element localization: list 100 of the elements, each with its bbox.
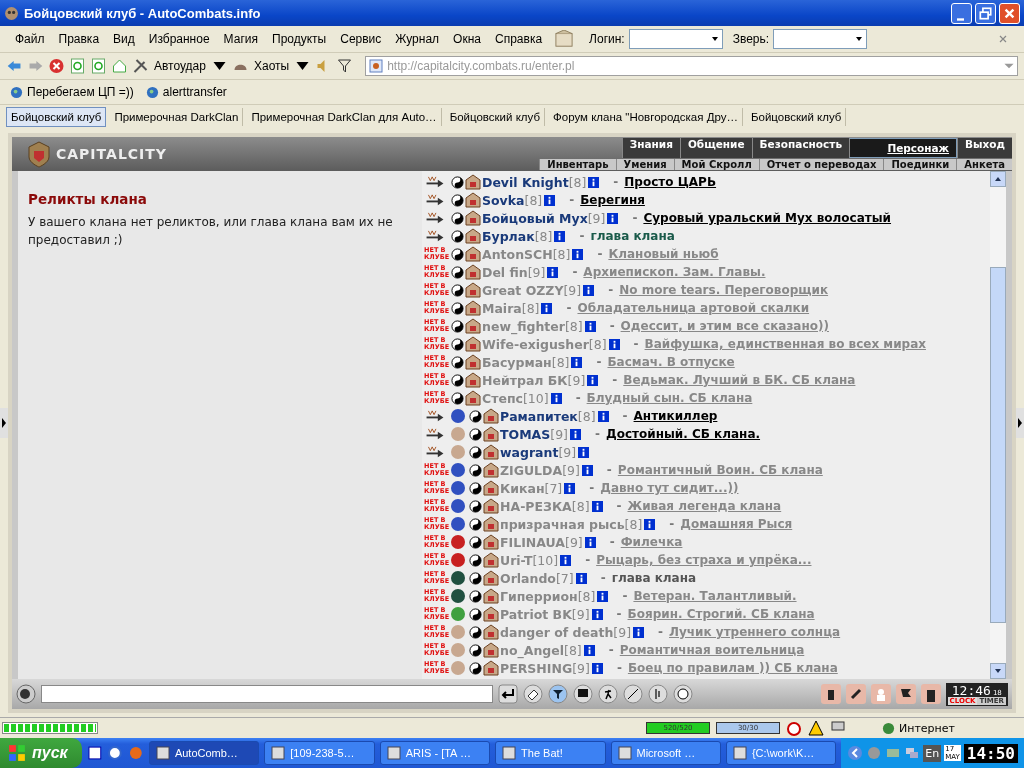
info-icon[interactable]	[597, 590, 609, 602]
member-name[interactable]: Рамапитек	[500, 408, 578, 424]
info-icon[interactable]	[570, 428, 581, 440]
browser-tab[interactable]: Примерочная DarkClan для Auto…	[247, 108, 442, 126]
info-icon[interactable]	[544, 194, 556, 206]
nav-link[interactable]: Персонаж	[849, 138, 958, 158]
nav-link[interactable]: Общение	[679, 138, 752, 158]
member-title-link[interactable]: Домашняя Рыся	[680, 517, 793, 531]
member-name[interactable]: TOMAS	[500, 426, 551, 442]
member-title-link[interactable]: Боец по правилам )) СБ клана	[627, 661, 838, 675]
info-icon[interactable]	[583, 644, 595, 656]
menu-item[interactable]: Файл	[8, 32, 52, 46]
member-name[interactable]: Orlando	[500, 570, 556, 586]
member-name[interactable]: danger of death	[500, 624, 614, 640]
menu-item[interactable]: Журнал	[388, 32, 447, 46]
nav-link[interactable]: Умения	[615, 159, 674, 170]
info-icon[interactable]	[581, 464, 593, 476]
enter-icon[interactable]	[498, 684, 518, 704]
language-indicator[interactable]: En	[923, 744, 942, 762]
member-title-link[interactable]: Басмач. В отпуске	[607, 355, 735, 369]
speaking-head-icon[interactable]	[16, 684, 36, 704]
filter-icon[interactable]	[548, 684, 568, 704]
info-icon[interactable]	[578, 446, 590, 458]
info-icon[interactable]	[587, 374, 599, 386]
browser-tab[interactable]: Бойцовский клуб	[445, 108, 545, 126]
info-icon[interactable]	[571, 356, 583, 368]
member-title-link[interactable]: Клановый ньюб	[608, 247, 719, 261]
taskbar-button[interactable]: ARIS - [TA …	[379, 741, 491, 765]
member-name[interactable]: Гиперрион	[500, 588, 578, 604]
nav-link[interactable]: Безопасность	[751, 138, 850, 158]
member-name[interactable]: Бурлак	[482, 228, 535, 244]
bookmark-link[interactable]: Перебегаем ЦП =))	[10, 85, 134, 99]
info-icon[interactable]	[550, 392, 562, 404]
member-title-link[interactable]: Романтичный Воин. СБ клана	[617, 463, 823, 477]
member-name[interactable]: Кикан	[500, 480, 545, 496]
member-name[interactable]: Wife-exigusher	[482, 336, 589, 352]
member-name[interactable]: new_fighter	[482, 318, 565, 334]
browser-icon[interactable]	[107, 745, 124, 761]
menu-item[interactable]: Справка	[488, 32, 550, 46]
eraser-icon[interactable]	[523, 684, 543, 704]
browser-tab[interactable]: Форум клана "Новгородская Дру…	[549, 108, 743, 126]
nav-link[interactable]: Выход	[957, 138, 1012, 158]
member-name[interactable]: Басурман	[482, 354, 552, 370]
close-button[interactable]	[999, 2, 1020, 24]
member-title-link[interactable]: Филечка	[620, 535, 683, 549]
member-title-link[interactable]: Боярин. Строгий. СБ клана	[627, 607, 815, 621]
member-name[interactable]: ZIGULDA	[500, 462, 563, 478]
member-title-link[interactable]: Антикиллер	[633, 409, 718, 423]
member-title-link[interactable]: Берегиня	[580, 193, 645, 207]
member-title-link[interactable]: Блудный сын. СБ клана	[586, 391, 753, 405]
member-title-link[interactable]: Обладательница артовой скалки	[577, 301, 810, 315]
member-name[interactable]: Sovka	[482, 192, 525, 208]
info-icon[interactable]	[591, 500, 603, 512]
member-title-link[interactable]: Суровый уральский Мух волосатый	[643, 211, 892, 225]
refresh-icon[interactable]	[90, 58, 107, 74]
member-name[interactable]: PERSHING	[500, 660, 573, 676]
info-icon[interactable]	[591, 662, 603, 674]
taskbar-button[interactable]: {C:\work\K…	[725, 741, 837, 765]
member-name[interactable]: Бойцовый Мух	[482, 210, 588, 226]
member-name[interactable]: Del fin	[482, 264, 528, 280]
info-icon[interactable]	[564, 482, 576, 494]
chevron-icon[interactable]	[847, 745, 864, 761]
nav-link[interactable]: Инвентарь	[539, 159, 616, 170]
member-title-link[interactable]: Рыцарь, без страха и упрёка...	[596, 553, 812, 567]
info-icon[interactable]	[560, 554, 572, 566]
down-arrow-icon[interactable]	[994, 667, 1002, 675]
smiley-icon[interactable]	[673, 684, 693, 704]
refresh-icon[interactable]	[69, 58, 86, 74]
info-icon[interactable]	[591, 608, 603, 620]
member-name[interactable]: no_Angel	[500, 642, 565, 658]
autohit-button[interactable]: Автоудар	[153, 59, 207, 73]
nav-link[interactable]: Анкета	[956, 159, 1012, 170]
exit-door-icon[interactable]	[920, 684, 941, 704]
member-title-link[interactable]: No more tears. Переговорщик	[619, 283, 829, 297]
member-name[interactable]: Степс	[482, 390, 523, 406]
minimize-button[interactable]	[951, 2, 972, 24]
nav-link[interactable]: Поединки	[883, 159, 957, 170]
info-icon[interactable]	[644, 518, 656, 530]
member-name[interactable]: FILINAUA	[500, 534, 565, 550]
taskbar-button[interactable]: Microsoft …	[610, 741, 721, 765]
nav-link[interactable]: Знания	[621, 138, 680, 158]
member-title-link[interactable]: Ветеран. Талантливый.	[633, 589, 797, 603]
nav-link[interactable]: Отчет о переводах	[758, 159, 884, 170]
member-name[interactable]: Нейтрал БК	[482, 372, 568, 388]
flag-icon[interactable]	[895, 684, 916, 704]
member-title-link[interactable]: Живая легенда клана	[627, 499, 782, 513]
info-icon[interactable]	[608, 338, 620, 350]
pet-dropdown[interactable]	[773, 29, 868, 49]
member-title-link[interactable]: Романтичная воительница	[619, 643, 805, 657]
info-icon[interactable]	[584, 536, 596, 548]
menu-item[interactable]: Сервис	[333, 32, 389, 46]
member-name[interactable]: Maira	[482, 300, 522, 316]
stop-icon[interactable]	[48, 58, 65, 74]
member-title-link[interactable]: Архиепископ. Зам. Главы.	[583, 265, 766, 279]
chat-input[interactable]	[41, 685, 493, 703]
info-icon[interactable]	[597, 410, 609, 422]
menu-item[interactable]: Окна	[446, 32, 488, 46]
member-name[interactable]: призрачная рысь	[500, 516, 625, 532]
browser-tab[interactable]: Бойцовский клуб	[6, 107, 107, 127]
menu-item[interactable]: Вид	[106, 32, 142, 46]
